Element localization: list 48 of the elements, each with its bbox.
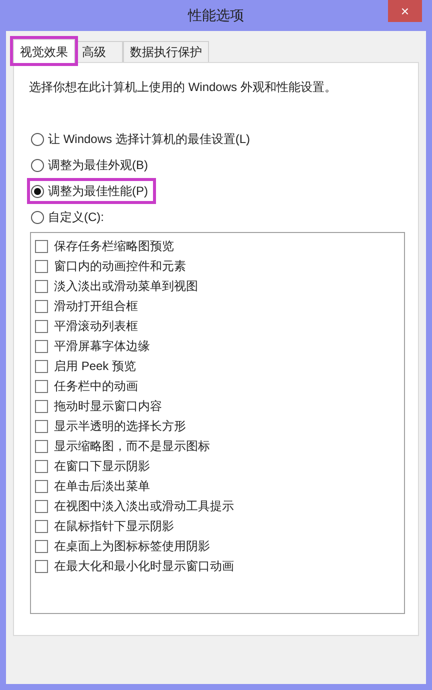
checkbox-option[interactable]: 显示半透明的选择长方形 [35, 416, 400, 436]
checkbox[interactable] [35, 420, 48, 432]
checkbox[interactable] [35, 320, 48, 332]
checkbox[interactable] [35, 400, 48, 412]
checkbox[interactable] [35, 500, 48, 512]
radio-option[interactable]: 调整为最佳外观(B) [29, 154, 150, 176]
checkbox[interactable] [35, 460, 48, 472]
tab[interactable]: 数据执行保护 [123, 41, 209, 62]
checkbox[interactable] [35, 340, 48, 352]
radio-button[interactable] [31, 132, 44, 146]
checkbox-option[interactable]: 在窗口下显示阴影 [35, 456, 400, 476]
checkbox-option[interactable]: 平滑滚动列表框 [35, 316, 400, 336]
checkbox-option[interactable]: 滑动打开组合框 [35, 296, 400, 316]
checkbox[interactable] [35, 300, 48, 312]
checkbox[interactable] [35, 260, 48, 272]
checkbox[interactable] [35, 520, 48, 532]
checkbox-option[interactable]: 在桌面上为图标标签使用阴影 [35, 536, 400, 556]
tab[interactable]: 高级 [75, 41, 123, 62]
checkbox-option[interactable]: 在视图中淡入淡出或滑动工具提示 [35, 496, 400, 516]
checkbox[interactable] [35, 280, 48, 292]
close-button[interactable]: × [388, 0, 422, 22]
checkbox-option[interactable]: 启用 Peek 预览 [35, 356, 400, 376]
radio-button[interactable] [31, 210, 44, 224]
checkbox[interactable] [35, 480, 48, 492]
checkbox[interactable] [35, 560, 48, 572]
checkbox-option[interactable]: 窗口内的动画控件和元素 [35, 256, 400, 276]
checkbox-option[interactable]: 任务栏中的动画 [35, 376, 400, 396]
radio-option[interactable]: 让 Windows 选择计算机的最佳设置(L) [29, 128, 252, 150]
checkbox-option[interactable]: 淡入淡出或滑动菜单到视图 [35, 276, 400, 296]
checkbox-option[interactable]: 显示缩略图，而不是显示图标 [35, 436, 400, 456]
radio-option[interactable]: 自定义(C): [29, 206, 106, 228]
tab[interactable]: 视觉效果 [13, 39, 75, 63]
radio-button[interactable] [31, 184, 44, 198]
checkbox-option[interactable]: 在单击后淡出菜单 [35, 476, 400, 496]
checkbox[interactable] [35, 380, 48, 392]
radio-button[interactable] [31, 158, 44, 172]
checkbox-option[interactable]: 拖动时显示窗口内容 [35, 396, 400, 416]
checkbox-option[interactable]: 在鼠标指针下显示阴影 [35, 516, 400, 536]
checkbox[interactable] [35, 440, 48, 452]
checkbox[interactable] [35, 360, 48, 372]
window-title: 性能选项 [188, 6, 244, 25]
description-text: 选择你想在此计算机上使用的 Windows 外观和性能设置。 [29, 79, 338, 96]
checkbox[interactable] [35, 240, 48, 252]
checkbox-option[interactable]: 保存任务栏缩略图预览 [35, 236, 400, 256]
checkbox[interactable] [35, 540, 48, 552]
checkbox-option[interactable]: 在最大化和最小化时显示窗口动画 [35, 556, 400, 576]
radio-option[interactable]: 调整为最佳性能(P) [29, 180, 154, 202]
checkbox-option[interactable]: 平滑屏幕字体边缘 [35, 336, 400, 356]
